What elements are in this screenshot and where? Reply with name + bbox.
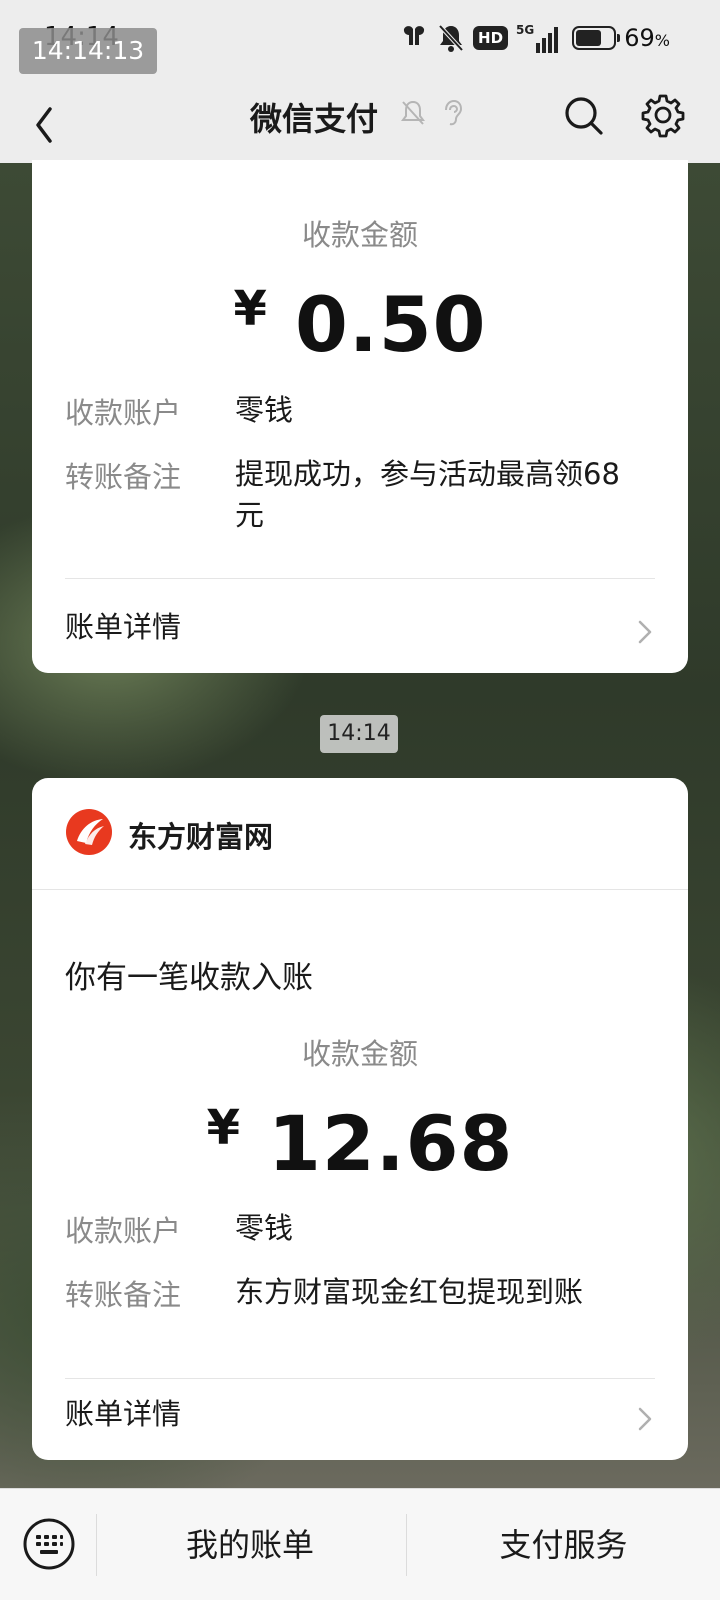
message-timestamp: 14:14 [320, 715, 398, 753]
notification-headline: 你有一笔收款入账 [65, 960, 313, 996]
chevron-right-icon [638, 1407, 652, 1431]
back-arrow-icon[interactable] [26, 95, 66, 145]
field-label: 收款账户 [65, 396, 182, 430]
field-label: 转账备注 [65, 460, 182, 494]
page-title: 微信支付 [250, 100, 379, 138]
amount-value: 12.68 [268, 1099, 514, 1188]
amount: ¥0.50 [32, 280, 688, 369]
amount: ¥12.68 [32, 1099, 688, 1188]
screenshot-time-overlay: 14:14:13 [19, 28, 157, 74]
brand-name: 东方财富网 [128, 820, 274, 854]
field-value: 零钱 [235, 1211, 294, 1245]
field-value: 零钱 [235, 393, 294, 427]
payment-services-menu[interactable]: 支付服务 [407, 1489, 720, 1600]
bottom-menu-bar: 我的账单 支付服务 [0, 1488, 720, 1600]
status-bar: 14:14 14:14:13 HD 5G 69% [0, 0, 720, 80]
battery-icon [572, 26, 621, 50]
bill-details-link[interactable]: 账单详情 [65, 1391, 655, 1451]
currency-symbol: ¥ [206, 1100, 240, 1156]
network-5g-icon: 5G [516, 23, 559, 53]
field-label: 转账备注 [65, 1278, 182, 1312]
hd-badge: HD [473, 26, 509, 50]
battery-fill [576, 30, 602, 46]
field-value: 东方财富现金红包提现到账 [235, 1275, 584, 1309]
payment-card[interactable]: 东方财富网 你有一笔收款入账 收款金额 ¥12.68 收款账户 零钱 转账备注 … [32, 778, 688, 1460]
ear-icon [445, 99, 463, 126]
keyboard-icon[interactable] [22, 1517, 76, 1571]
bill-details-label: 账单详情 [65, 1397, 182, 1431]
amount-value: 0.50 [294, 280, 487, 369]
my-bills-menu[interactable]: 我的账单 [97, 1489, 403, 1600]
nav-bar: 微信支付 [0, 80, 720, 163]
field-label: 收款账户 [65, 1214, 182, 1248]
battery-percent: 69% [624, 24, 670, 52]
bill-details-label: 账单详情 [65, 610, 182, 644]
bill-details-link[interactable]: 账单详情 [65, 604, 655, 664]
divider [32, 889, 688, 890]
chevron-right-icon [638, 620, 652, 644]
bell-muted-status-icon [438, 24, 464, 52]
earbuds-icon [403, 26, 425, 45]
currency-symbol: ¥ [233, 281, 267, 337]
bell-muted-icon [401, 100, 425, 125]
mute-indicators [400, 98, 464, 128]
status-icons: HD 5G 69% [399, 20, 670, 56]
divider [65, 578, 655, 579]
amount-label: 收款金额 [301, 1037, 418, 1071]
payment-card[interactable]: 收款金额 ¥0.50 收款账户 零钱 转账备注 提现成功，参与活动最高领68元 … [32, 160, 688, 673]
field-value: 提现成功，参与活动最高领68元 [235, 457, 620, 532]
gear-icon[interactable] [640, 92, 686, 138]
divider [65, 1378, 655, 1379]
search-icon[interactable] [562, 94, 606, 138]
amount-label: 收款金额 [301, 218, 418, 252]
eastmoney-logo-icon [66, 809, 112, 855]
